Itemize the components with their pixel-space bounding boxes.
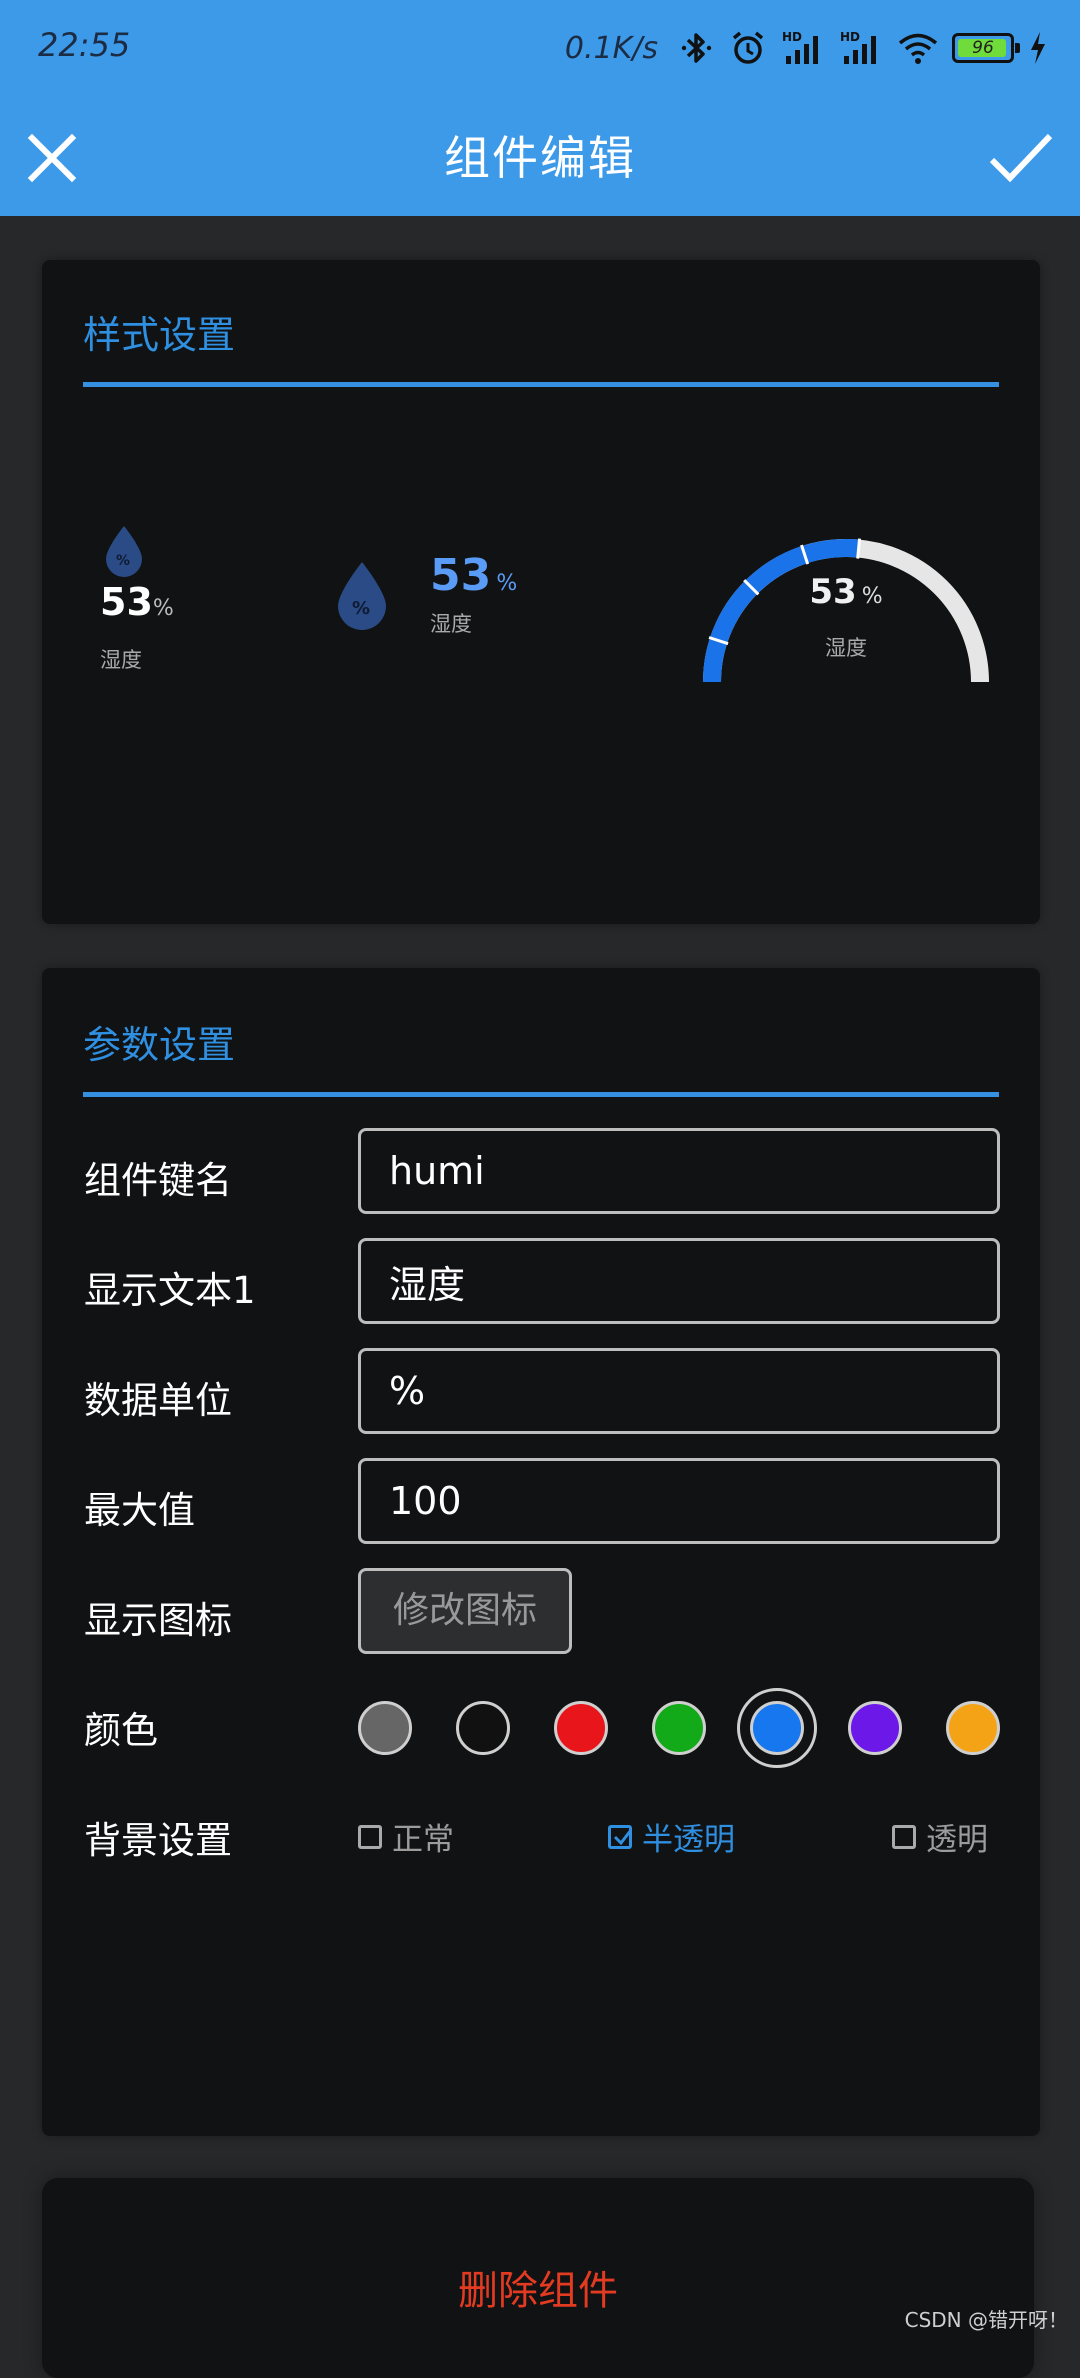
background-label: 背景设置 bbox=[84, 1819, 232, 1862]
status-time: 22:55 bbox=[38, 26, 131, 64]
color-swatch-6[interactable] bbox=[946, 1701, 1000, 1755]
max-value-label: 最大值 bbox=[84, 1489, 195, 1532]
preview-style-2[interactable]: % 53 % 湿度 bbox=[336, 550, 556, 650]
svg-text:%: % bbox=[352, 598, 370, 619]
change-icon-button[interactable]: 修改图标 bbox=[358, 1568, 572, 1654]
alarm-icon bbox=[732, 31, 764, 64]
svg-text:HD: HD bbox=[782, 30, 802, 44]
display-icon-label: 显示图标 bbox=[84, 1599, 232, 1642]
style-section-title: 样式设置 bbox=[83, 313, 236, 357]
svg-text:HD: HD bbox=[840, 30, 860, 44]
background-option-transparent[interactable]: 透明 bbox=[892, 1814, 988, 1859]
color-label: 颜色 bbox=[84, 1709, 158, 1752]
selected-color-ring[interactable] bbox=[737, 1688, 817, 1768]
signal-hd-icon-2: HD bbox=[840, 30, 876, 64]
preview-2-label: 湿度 bbox=[430, 612, 472, 636]
status-bar: 22:55 0.1K/s HD HD 96 bbox=[0, 0, 1080, 96]
style-section-divider bbox=[83, 382, 999, 387]
style-settings-card: 样式设置 % 53% 湿度 % 53 % 湿度 53 % 湿度 bbox=[42, 260, 1040, 924]
preview-1-value: 53 bbox=[100, 580, 153, 624]
app-header: 22:55 0.1K/s HD HD 96 组件编辑 bbox=[0, 0, 1080, 216]
data-unit-label: 数据单位 bbox=[84, 1379, 232, 1422]
gauge-tick-3 bbox=[856, 538, 862, 559]
max-value-input[interactable] bbox=[358, 1458, 1000, 1544]
charging-icon bbox=[1031, 32, 1045, 64]
preview-2-value: 53 bbox=[430, 550, 492, 601]
battery-level: 96 bbox=[972, 38, 994, 58]
background-option-normal[interactable]: 正常 bbox=[358, 1814, 454, 1859]
page-title: 组件编辑 bbox=[444, 131, 636, 185]
preview-3-value: 53 bbox=[809, 572, 857, 612]
bluetooth-icon bbox=[681, 33, 712, 63]
color-swatch-0[interactable] bbox=[358, 1701, 412, 1755]
check-icon[interactable] bbox=[986, 128, 1056, 188]
background-option-semi-transparent[interactable]: 半透明 bbox=[608, 1814, 735, 1859]
preview-style-1[interactable]: % 53% 湿度 bbox=[100, 524, 240, 684]
status-icons: 0.1K/s HD HD 96 bbox=[565, 24, 1050, 72]
color-swatch-5[interactable] bbox=[848, 1701, 902, 1755]
svg-text:%: % bbox=[116, 553, 130, 569]
preview-1-label: 湿度 bbox=[100, 648, 142, 672]
key-name-label: 组件键名 bbox=[84, 1159, 232, 1202]
key-name-input[interactable] bbox=[358, 1128, 1000, 1214]
param-settings-card: 参数设置 组件键名 显示文本1 数据单位 最大值 显示图标 修改图标 颜色 背景… bbox=[42, 968, 1040, 2136]
checkbox-transparent bbox=[892, 1824, 916, 1849]
wifi-icon bbox=[898, 33, 938, 64]
color-swatch-3[interactable] bbox=[652, 1701, 706, 1755]
network-speed: 0.1K/s bbox=[564, 30, 658, 66]
preview-2-unit: % bbox=[496, 571, 518, 596]
display-text-label: 显示文本1 bbox=[84, 1269, 256, 1312]
delete-component-button[interactable]: 删除组件 bbox=[42, 2178, 1034, 2378]
battery-indicator: 96 bbox=[952, 33, 1020, 63]
watermark: CSDN @错开呀！ bbox=[904, 2308, 1068, 2332]
signal-hd-icon-1: HD bbox=[782, 30, 818, 64]
preview-3-label: 湿度 bbox=[825, 636, 867, 660]
color-swatch-2[interactable] bbox=[554, 1701, 608, 1755]
checkbox-normal bbox=[358, 1824, 382, 1849]
preview-3-unit: % bbox=[861, 584, 883, 609]
preview-1-unit: % bbox=[152, 596, 174, 621]
display-text-input[interactable] bbox=[358, 1238, 1000, 1324]
param-section-divider bbox=[83, 1092, 999, 1097]
checkbox-semi-transparent bbox=[608, 1824, 633, 1849]
check-mark-icon bbox=[613, 1828, 633, 1845]
preview-style-3[interactable]: 53 % 湿度 bbox=[696, 516, 996, 696]
param-section-title: 参数设置 bbox=[83, 1023, 236, 1067]
data-unit-input[interactable] bbox=[358, 1348, 1000, 1434]
color-swatch-1[interactable] bbox=[456, 1701, 510, 1755]
humidity-drop-icon: % bbox=[338, 562, 386, 630]
delete-component-label: 删除组件 bbox=[458, 2268, 618, 2314]
humidity-drop-icon: % bbox=[106, 526, 142, 577]
